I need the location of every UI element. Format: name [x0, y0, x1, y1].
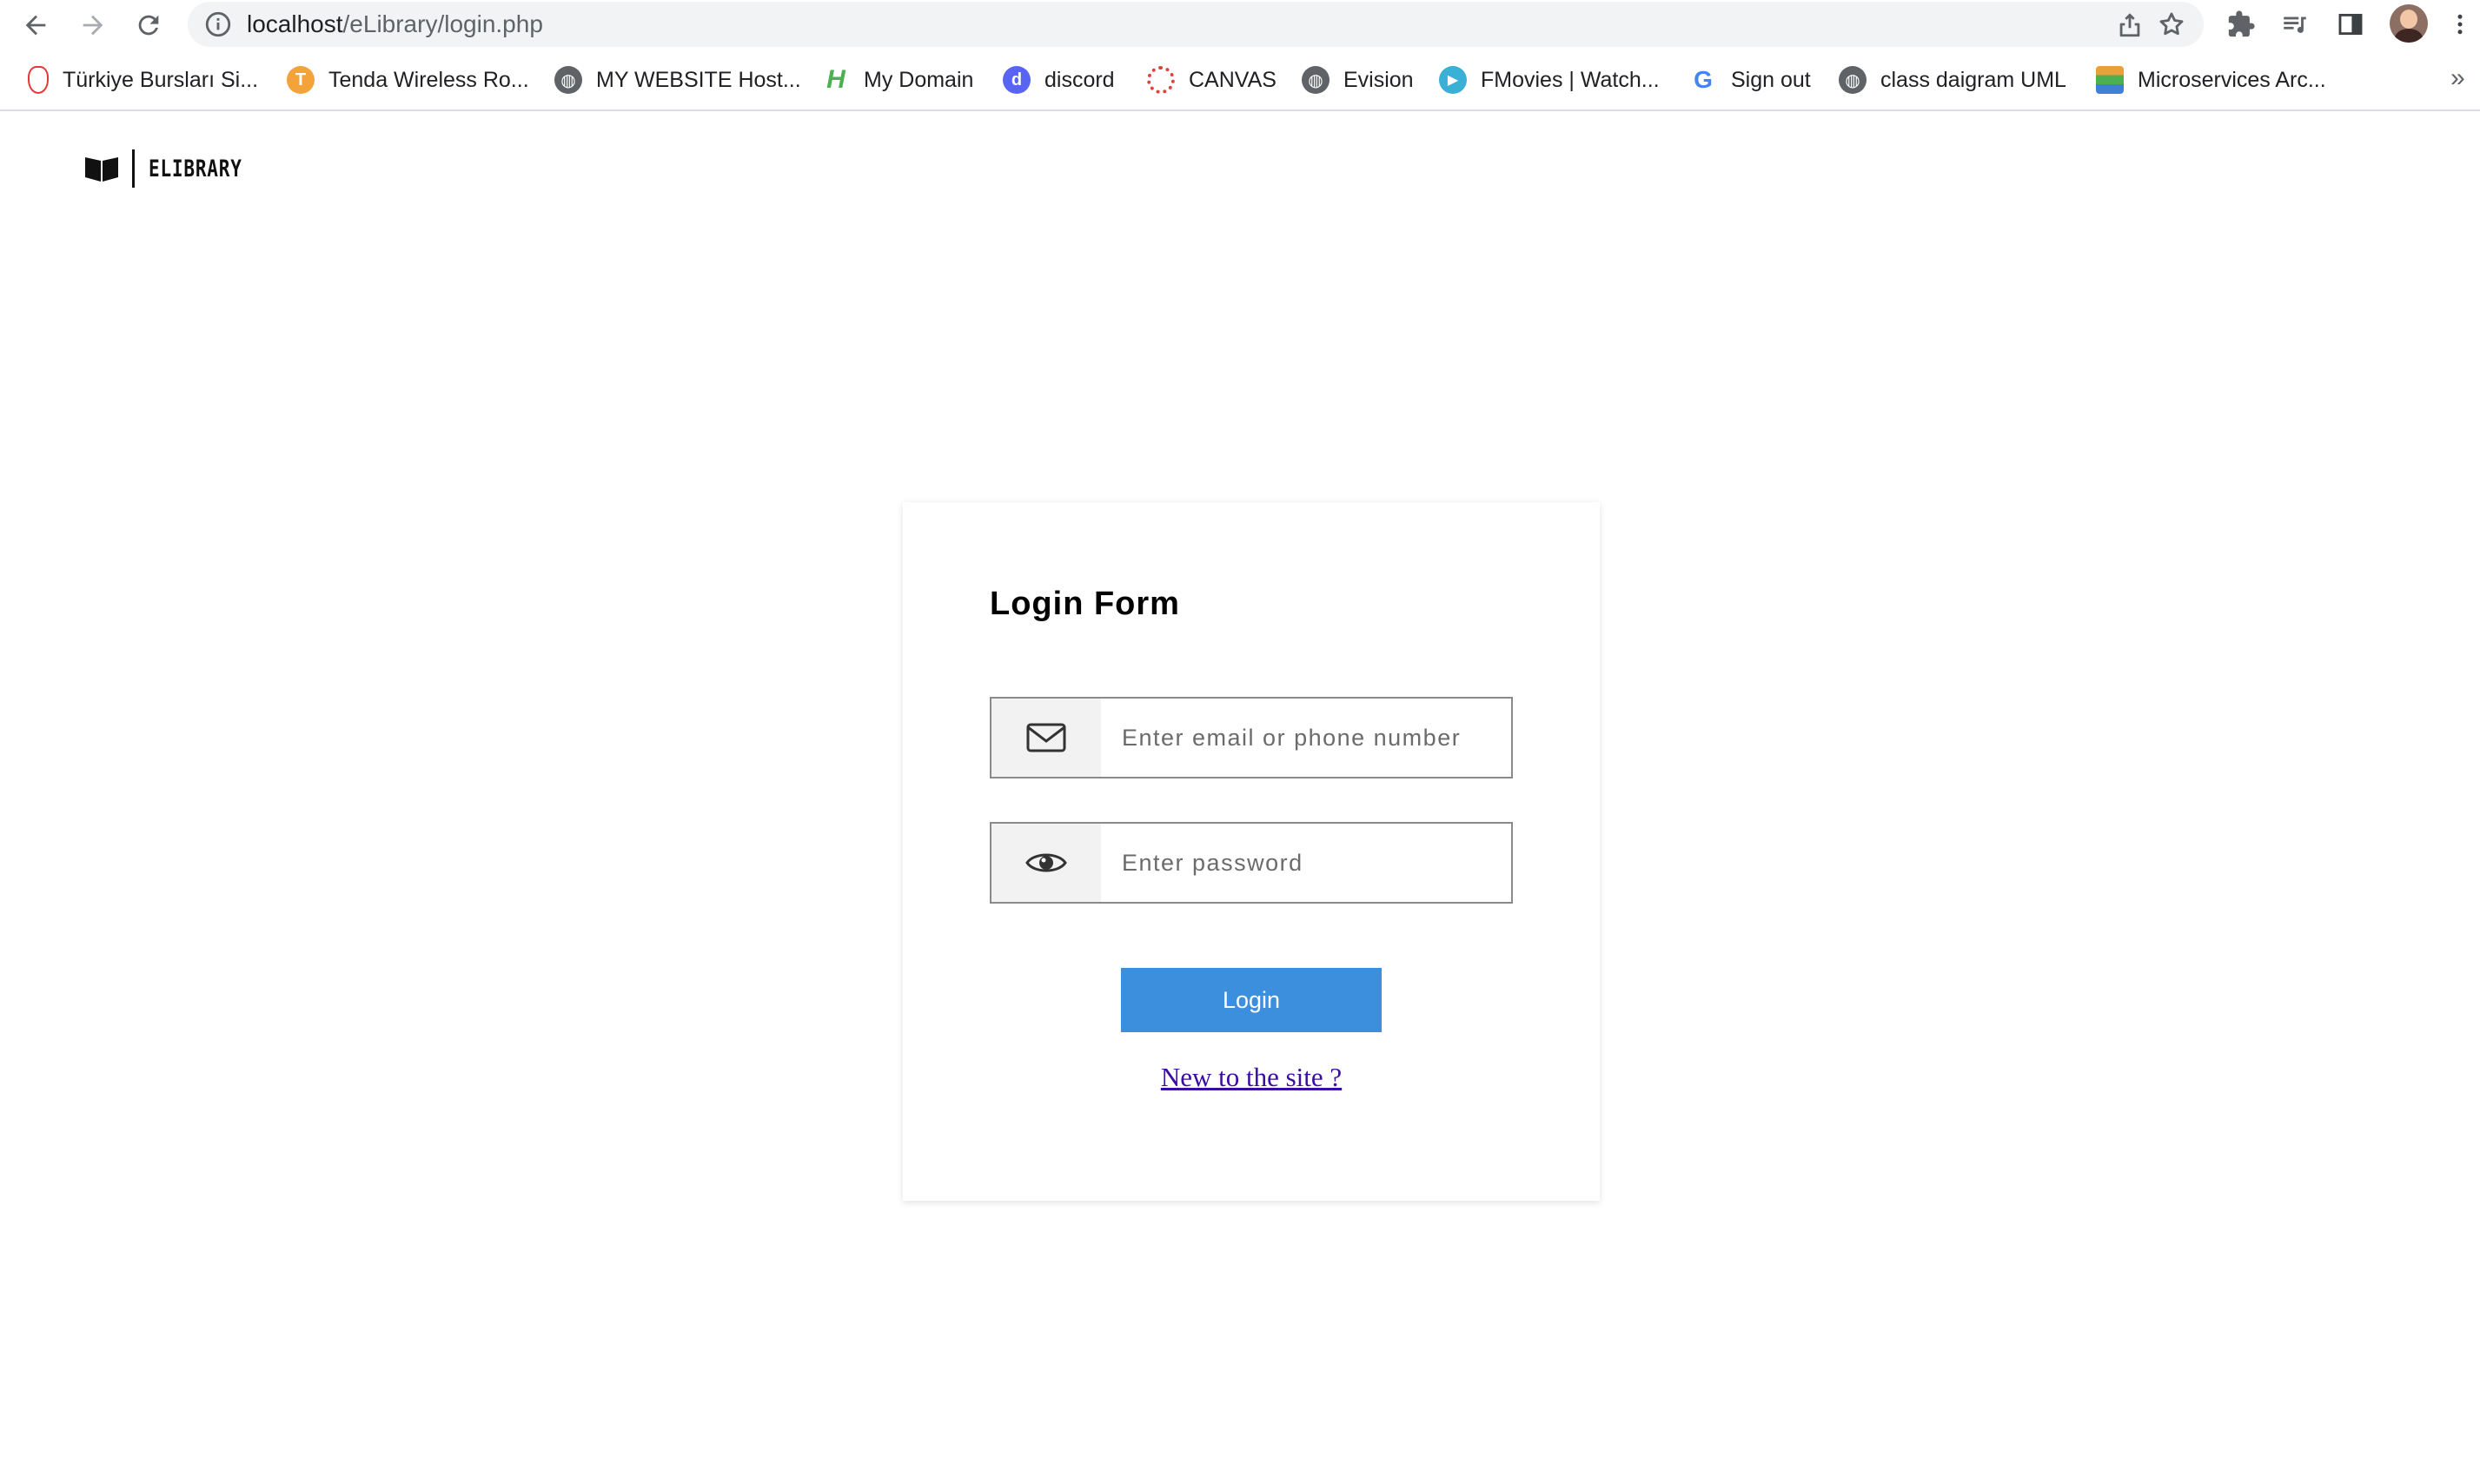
url-path: /eLibrary/login.php — [342, 10, 543, 37]
signup-link-container: New to the site ? — [903, 1062, 1600, 1093]
browser-menu-button[interactable] — [2447, 8, 2473, 41]
bookmarks-bar: Türkiye Bursları Si... T Tenda Wireless … — [0, 50, 2480, 111]
bookmark-turkiye-burslari[interactable]: Türkiye Bursları Si... — [24, 63, 258, 97]
bookmark-my-domain[interactable]: H My Domain — [822, 63, 973, 97]
logo-divider — [132, 149, 135, 188]
bookmark-canvas[interactable]: CANVAS — [1147, 63, 1276, 97]
url-text[interactable]: localhost/eLibrary/login.php — [247, 2, 543, 47]
bookmark-discord[interactable]: d discord — [1003, 63, 1115, 97]
puzzle-icon — [2228, 10, 2255, 37]
bookmark-label: discord — [1044, 67, 1115, 92]
tenda-icon: T — [287, 66, 315, 94]
bookmark-label: Evision — [1343, 67, 1414, 92]
more-bookmarks-button[interactable]: » — [2450, 61, 2465, 96]
bookmark-fmovies[interactable]: ▶ FMovies | Watch... — [1439, 63, 1660, 97]
layers-icon — [2096, 66, 2124, 94]
url-host: localhost — [247, 10, 343, 37]
media-controls-button[interactable] — [2278, 8, 2311, 41]
globe-icon: ◍ — [1302, 66, 1330, 94]
bookmark-label: Microservices Arc... — [2138, 67, 2326, 92]
extensions-button[interactable] — [2225, 8, 2258, 41]
form-title: Login Form — [990, 586, 1180, 622]
google-icon: G — [1694, 66, 1713, 93]
play-icon: ▶ — [1439, 66, 1467, 94]
reload-icon — [138, 15, 159, 36]
turkiye-burslari-icon — [28, 66, 49, 94]
bookmark-label: Sign out — [1731, 67, 1811, 92]
playlist-icon — [2284, 17, 2306, 33]
side-panel-button[interactable] — [2334, 8, 2367, 41]
logo-text: ELIBRARY — [149, 155, 242, 182]
bookmark-label: CANVAS — [1189, 67, 1276, 92]
globe-icon: ◍ — [554, 66, 582, 94]
email-field — [990, 697, 1513, 778]
login-card: Login Form Login New to the site ? — [903, 502, 1600, 1201]
browser-toolbar: localhost/eLibrary/login.php — [0, 0, 2480, 50]
bookmark-label: Türkiye Bursları Si... — [63, 67, 259, 92]
password-field-icon-box[interactable] — [991, 824, 1101, 902]
book-icon — [85, 157, 118, 182]
arrow-left-icon — [25, 15, 46, 36]
email-field-icon-box — [991, 699, 1101, 777]
arrow-right-icon — [83, 15, 103, 36]
back-button[interactable] — [16, 5, 56, 45]
signup-link[interactable]: New to the site ? — [1161, 1062, 1342, 1092]
login-button[interactable]: Login — [1121, 968, 1382, 1032]
mydomain-icon: H — [826, 65, 845, 94]
side-panel-icon — [2338, 13, 2363, 36]
password-field — [990, 822, 1513, 904]
envelope-icon — [1026, 723, 1066, 752]
password-input[interactable] — [1122, 824, 1504, 902]
bookmark-star-icon[interactable] — [2157, 10, 2186, 39]
share-icon[interactable] — [2115, 10, 2145, 39]
bookmark-label: class daigram UML — [1880, 67, 2066, 92]
kebab-menu-icon — [2457, 14, 2463, 35]
forward-button[interactable] — [73, 5, 113, 45]
email-input[interactable] — [1122, 699, 1504, 777]
bookmark-sign-out[interactable]: G Sign out — [1689, 63, 1811, 97]
bookmark-label: Tenda Wireless Ro... — [328, 67, 529, 92]
site-logo[interactable]: ELIBRARY — [83, 149, 269, 188]
info-icon[interactable] — [203, 10, 233, 39]
eye-icon — [1025, 853, 1067, 872]
bookmark-label: FMovies | Watch... — [1481, 67, 1660, 92]
bookmark-my-website[interactable]: ◍ MY WEBSITE Host... — [554, 63, 801, 97]
bookmark-tenda[interactable]: T Tenda Wireless Ro... — [287, 63, 529, 97]
bookmark-label: MY WEBSITE Host... — [596, 67, 801, 92]
bookmark-microservices[interactable]: Microservices Arc... — [2096, 63, 2326, 97]
bookmark-class-diagram[interactable]: ◍ class daigram UML — [1839, 63, 2066, 97]
bookmark-label: My Domain — [864, 67, 974, 92]
discord-icon: d — [1003, 66, 1031, 94]
canvas-icon — [1147, 66, 1175, 94]
profile-avatar[interactable] — [2390, 4, 2428, 43]
address-bar[interactable]: localhost/eLibrary/login.php — [188, 2, 2204, 47]
globe-icon: ◍ — [1839, 66, 1867, 94]
bookmark-evision[interactable]: ◍ Evision — [1302, 63, 1414, 97]
reload-button[interactable] — [129, 5, 169, 45]
